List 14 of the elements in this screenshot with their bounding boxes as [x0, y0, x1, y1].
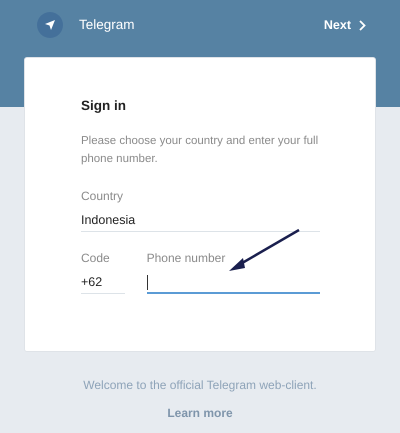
logo-icon [37, 12, 63, 38]
next-button[interactable]: Next [324, 12, 366, 38]
chevron-right-icon [359, 20, 366, 30]
description-text: Please choose your country and enter your full phone number. [81, 134, 320, 168]
field-label: Country [81, 188, 124, 204]
input-field[interactable] [146, 272, 320, 294]
field-label: Code [81, 250, 111, 266]
input-field[interactable]: Indonesia [81, 210, 320, 232]
app-title: Telegram [79, 16, 135, 34]
input-field[interactable]: +62 [81, 272, 125, 294]
text-cursor [146, 274, 148, 290]
card-title: Sign in [81, 97, 127, 115]
welcome-text: Welcome to the official Telegram web-client. [83, 377, 317, 394]
field-label: Phone number [146, 250, 226, 266]
